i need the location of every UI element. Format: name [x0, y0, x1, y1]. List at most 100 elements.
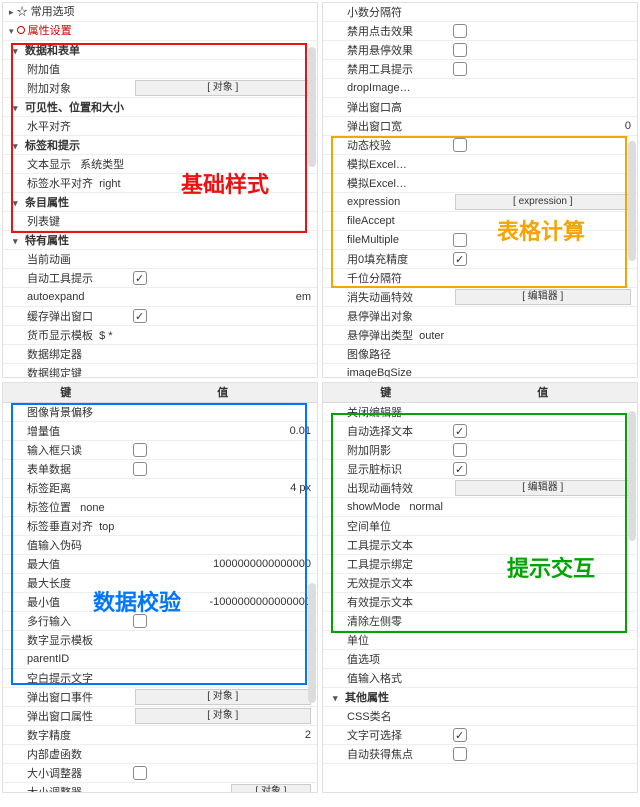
checkbox[interactable] — [453, 747, 467, 761]
prop-invalid-hint[interactable]: 无效提示文本 — [323, 575, 449, 591]
checkbox[interactable] — [453, 233, 467, 247]
checkbox[interactable] — [133, 614, 147, 628]
object-button[interactable]: [ 对象 ] — [135, 689, 311, 705]
checkbox[interactable] — [133, 443, 147, 457]
scrollbar[interactable] — [308, 47, 316, 167]
chevron-down-icon[interactable] — [13, 197, 23, 209]
prop-space-unit[interactable]: 空间单位 — [323, 518, 449, 534]
prop-auto-focus[interactable]: 自动获得焦点 — [323, 746, 449, 762]
prop-pop-win-prop[interactable]: 弹出窗口属性 — [3, 708, 129, 724]
prop-close-editor[interactable]: 关闭编辑器 — [323, 404, 449, 420]
prop-blank-hint[interactable]: 空白提示文字 — [3, 670, 129, 686]
root-props[interactable]: 属性设置 — [3, 22, 317, 41]
prop-curr-tpl[interactable]: 货币显示模板 $ * — [3, 327, 129, 343]
prop-file-accept[interactable]: fileAccept — [323, 215, 449, 227]
checkbox[interactable] — [133, 309, 147, 323]
checkbox[interactable] — [453, 728, 467, 742]
prop-drop-image[interactable]: dropImage… — [323, 82, 449, 94]
prop-zero-pad[interactable]: 用0填充精度 — [323, 251, 449, 267]
prop-appear-anim[interactable]: 出现动画特效 — [323, 480, 449, 496]
prop-pop-win-h[interactable]: 弹出窗口高 — [323, 99, 449, 115]
prop-valid-hint[interactable]: 有效提示文本 — [323, 594, 449, 610]
checkbox[interactable] — [453, 424, 467, 438]
prop-add-object[interactable]: 附加对象 — [3, 80, 129, 96]
prop-text-selectable[interactable]: 文字可选择 — [323, 727, 449, 743]
scrollbar[interactable] — [308, 583, 316, 703]
prop-val-in-fmt[interactable]: 值输入格式 — [323, 670, 449, 686]
checkbox[interactable] — [453, 443, 467, 457]
checkbox[interactable] — [133, 462, 147, 476]
prop-show-dirty[interactable]: 显示脏标识 — [323, 461, 449, 477]
prop-cache-pop[interactable]: 缓存弹出窗口 — [3, 308, 129, 324]
scrollbar[interactable] — [628, 141, 636, 261]
prop-no-click-fx[interactable]: 禁用点击效果 — [323, 23, 449, 39]
prop-input-ro[interactable]: 输入框只读 — [3, 442, 129, 458]
checkbox[interactable] — [133, 271, 147, 285]
prop-inc-value[interactable]: 增量值 — [3, 423, 129, 439]
prop-pop-win-w[interactable]: 弹出窗口宽 — [323, 118, 449, 134]
prop-max-val[interactable]: 最大值 — [3, 556, 129, 572]
object-button[interactable]: [ 对象 ] — [135, 80, 311, 96]
prop-expression[interactable]: expression — [323, 196, 449, 208]
prop-tooltip-bind[interactable]: 工具提示绑定 — [323, 556, 449, 572]
chevron-down-icon[interactable] — [333, 692, 343, 704]
prop-label-gap[interactable]: 标签距离 — [3, 480, 129, 496]
prop-num-prec[interactable]: 数字精度 — [3, 727, 129, 743]
object-button[interactable]: [ 对象 ] — [231, 784, 311, 793]
prop-dyn-check[interactable]: 动态校验 — [323, 137, 449, 153]
checkbox[interactable] — [453, 252, 467, 266]
prop-data-bind-key[interactable]: 数据绑定键 — [3, 365, 129, 378]
checkbox[interactable] — [453, 43, 467, 57]
prop-clear-left[interactable]: 清除左侧零 — [323, 613, 449, 629]
prop-file-multiple[interactable]: fileMultiple — [323, 234, 449, 246]
prop-no-hover-fx[interactable]: 禁用悬停效果 — [323, 42, 449, 58]
prop-tooltip-text[interactable]: 工具提示文本 — [323, 537, 449, 553]
prop-hover-pop-obj[interactable]: 悬停弹出对象 — [323, 308, 449, 324]
prop-data-binder[interactable]: 数据绑定器 — [3, 346, 129, 362]
prop-sim-excel1[interactable]: 模拟Excel… — [323, 156, 449, 172]
prop-add-shadow[interactable]: 附加阴影 — [323, 442, 449, 458]
scrollbar[interactable] — [628, 411, 636, 541]
checkbox[interactable] — [453, 138, 467, 152]
prop-dec-sep[interactable]: 小数分隔符 — [323, 4, 449, 20]
prop-size-adj2[interactable]: 大小调整器 — [3, 784, 129, 793]
prop-unit[interactable]: 单位 — [323, 632, 449, 648]
expression-button[interactable]: [ expression ] — [455, 194, 631, 210]
prop-text-display[interactable]: 文本显示 系统类型 — [3, 156, 129, 172]
prop-list-key[interactable]: 列表键 — [3, 213, 129, 229]
prop-cur-anim[interactable]: 当前动画 — [3, 251, 129, 267]
editor-button[interactable]: [ 编辑器 ] — [455, 289, 631, 305]
prop-halign[interactable]: 水平对齐 — [3, 118, 129, 134]
checkbox[interactable] — [453, 62, 467, 76]
chevron-down-icon[interactable] — [13, 102, 23, 114]
prop-parent-id[interactable]: parentID — [3, 653, 129, 665]
checkbox[interactable] — [453, 24, 467, 38]
prop-thou-sep[interactable]: 千位分隔符 — [323, 270, 449, 286]
prop-label-valign[interactable]: 标签垂直对齐 top — [3, 518, 129, 534]
object-button[interactable]: [ 对象 ] — [135, 708, 311, 724]
chevron-down-icon[interactable] — [13, 140, 23, 152]
prop-auto-hint[interactable]: 自动工具提示 — [3, 270, 129, 286]
prop-min-val[interactable]: 最小值 — [3, 594, 129, 610]
prop-img-path[interactable]: 图像路径 — [323, 346, 449, 362]
editor-button[interactable]: [ 编辑器 ] — [455, 480, 631, 496]
prop-pop-win-evt[interactable]: 弹出窗口事件 — [3, 689, 129, 705]
checkbox[interactable] — [453, 462, 467, 476]
prop-inner-var[interactable]: 内部虚函数 — [3, 746, 129, 762]
prop-hover-pop-type[interactable]: 悬停弹出类型 outer — [323, 327, 449, 343]
chevron-down-icon[interactable] — [13, 45, 23, 57]
prop-val-mask[interactable]: 值输入伪码 — [3, 537, 129, 553]
prop-hide-anim[interactable]: 消失动画特效 — [323, 289, 449, 305]
prop-img-bg-offset[interactable]: 图像背景偏移 — [3, 404, 129, 420]
prop-add-value[interactable]: 附加值 — [3, 61, 129, 77]
prop-size-adj[interactable]: 大小调整器 — [3, 765, 129, 781]
prop-img-bg-size[interactable]: imageBgSize — [323, 367, 449, 378]
prop-no-tooltip[interactable]: 禁用工具提示 — [323, 61, 449, 77]
prop-sim-excel2[interactable]: 模拟Excel… — [323, 175, 449, 191]
prop-autoexpand[interactable]: autoexpand — [3, 291, 129, 303]
root-fav[interactable]: ☆ 常用选项 — [3, 3, 317, 22]
prop-css-class[interactable]: CSS类名 — [323, 708, 449, 724]
chevron-down-icon[interactable] — [13, 235, 23, 247]
prop-multiline[interactable]: 多行输入 — [3, 613, 129, 629]
prop-show-mode[interactable]: showMode normal — [323, 501, 449, 513]
